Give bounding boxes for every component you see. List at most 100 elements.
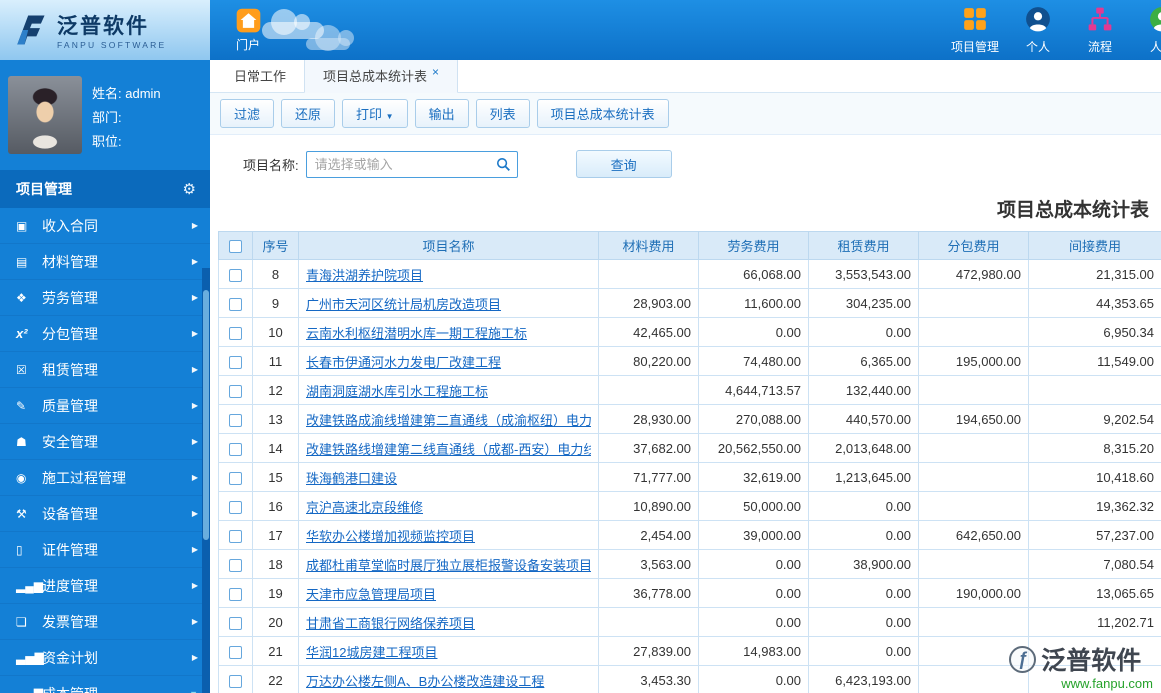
scrollbar-thumb[interactable]: [203, 290, 209, 540]
sidebar-section-project-management[interactable]: 项目管理 ⚙: [0, 170, 210, 208]
select-all-checkbox[interactable]: [229, 240, 242, 254]
row-checkbox[interactable]: [229, 413, 242, 427]
toolbar-button-4[interactable]: 列表: [475, 99, 530, 128]
column-header[interactable]: 劳务费用: [698, 231, 809, 260]
top-nav-person-green[interactable]: 人事: [1139, 6, 1161, 55]
project-link[interactable]: 青海洪湖养护院项目: [306, 265, 591, 284]
row-checkbox[interactable]: [229, 268, 242, 282]
toolbar-button-1[interactable]: 还原: [281, 99, 336, 128]
toolbar-button-3[interactable]: 输出: [414, 99, 469, 128]
row-seq: 20: [252, 607, 299, 637]
project-link[interactable]: 珠海鹤港口建设: [306, 468, 591, 487]
project-link[interactable]: 云南水利枢纽潜明水库一期工程施工标: [306, 323, 591, 342]
row-checkbox[interactable]: [229, 355, 242, 369]
project-link[interactable]: 改建铁路成渝线增建第二直通线（成渝枢纽）电力线: [306, 410, 591, 429]
row-checkbox[interactable]: [229, 442, 242, 456]
chevron-right-icon: ▶: [191, 257, 198, 266]
column-header[interactable]: 材料费用: [598, 231, 699, 260]
profile-dept: 部门:: [92, 110, 122, 125]
tab-1[interactable]: 项目总成本统计表 ×: [304, 60, 459, 93]
sidebar-item-label: 施工过程管理: [42, 469, 126, 486]
sidebar-item-11[interactable]: ❏ 发票管理 ▶: [0, 604, 210, 640]
project-link[interactable]: 天津市应急管理局项目: [306, 584, 591, 603]
top-nav-person[interactable]: 个人: [1015, 6, 1061, 55]
cart-icon: ▤: [16, 254, 28, 269]
sidebar-item-12[interactable]: ▃▅▇ 资金计划 ▶: [0, 640, 210, 676]
avatar[interactable]: [8, 76, 82, 154]
close-icon[interactable]: ×: [432, 65, 439, 79]
search-icon[interactable]: [496, 157, 511, 177]
column-header[interactable]: 间接费用: [1028, 231, 1161, 260]
header-checkbox-cell: [218, 231, 253, 260]
sidebar-item-5[interactable]: ✎ 质量管理 ▶: [0, 388, 210, 424]
row-checkbox[interactable]: [229, 558, 242, 572]
logo: 泛普软件 FANPU SOFTWARE: [0, 0, 210, 60]
tab-label: 日常工作: [234, 69, 287, 84]
row-checkbox[interactable]: [229, 645, 242, 659]
home-icon: [236, 8, 260, 33]
toolbar-button-5[interactable]: 项目总成本统计表: [536, 99, 669, 128]
sidebar-item-2[interactable]: ❖ 劳务管理 ▶: [0, 280, 210, 316]
row-checkbox[interactable]: [229, 326, 242, 340]
tab-bar: 日常工作 项目总成本统计表 ×: [210, 60, 1161, 93]
top-nav-grid[interactable]: 项目管理: [951, 6, 999, 55]
sidebar-item-4[interactable]: ☒ 租赁管理 ▶: [0, 352, 210, 388]
project-link[interactable]: 华润12城房建工程项目: [306, 642, 591, 661]
sidebar-item-1[interactable]: ▤ 材料管理 ▶: [0, 244, 210, 280]
query-button[interactable]: 查询: [575, 150, 672, 178]
sidebar-item-label: 材料管理: [42, 253, 98, 270]
column-header[interactable]: 租赁费用: [808, 231, 919, 260]
sidebar-item-9[interactable]: ▯ 证件管理 ▶: [0, 532, 210, 568]
row-seq: 13: [252, 404, 299, 434]
sidebar-item-10[interactable]: ▂▄▆ 进度管理 ▶: [0, 568, 210, 604]
hourglass-icon: ☒: [16, 362, 27, 377]
table-row: 19 天津市应急管理局项目 36,778.00 0.00 0.00 190,000.00 1…: [218, 578, 1161, 608]
project-name-input[interactable]: [305, 150, 518, 178]
row-checkbox[interactable]: [229, 471, 242, 485]
toolbar-button-0[interactable]: 过滤: [220, 99, 275, 128]
project-link[interactable]: 广州市天河区统计局机房改造项目: [306, 294, 591, 313]
row-checkbox[interactable]: [229, 297, 242, 311]
sidebar-scrollbar[interactable]: [202, 268, 210, 693]
column-header[interactable]: 项目名称: [298, 231, 599, 260]
sidebar-item-13[interactable]: ▁▄▇成本管理▼: [0, 676, 210, 693]
sidebar-item-7[interactable]: ◉ 施工过程管理 ▶: [0, 460, 210, 496]
project-link[interactable]: 长春市伊通河水力发电厂改建工程: [306, 352, 591, 371]
sidebar-item-8[interactable]: ⚒ 设备管理 ▶: [0, 496, 210, 532]
project-link[interactable]: 湖南洞庭湖水库引水工程施工标: [306, 381, 591, 400]
row-checkbox[interactable]: [229, 384, 242, 398]
portal-label: 门户: [235, 38, 260, 52]
row-checkbox[interactable]: [229, 587, 242, 601]
row-checkbox[interactable]: [229, 616, 242, 630]
project-link[interactable]: 京沪高速北京段维修: [306, 497, 591, 516]
card-icon: ▯: [16, 542, 23, 557]
project-link[interactable]: 成都杜甫草堂临时展厅独立展柜报警设备安装项目: [306, 555, 591, 574]
profile-position: 职位:: [92, 134, 122, 149]
project-link[interactable]: 万达办公楼左侧A、B办公楼改造建设工程: [306, 671, 591, 690]
cost-cell: 50,000.00: [698, 491, 809, 521]
sidebar-item-6[interactable]: ☗ 安全管理 ▶: [0, 424, 210, 460]
cost-cell: 1,213,645.00: [808, 462, 919, 492]
user-profile: 姓名: admin 部门: 职位:: [0, 60, 210, 170]
cost-cell: [918, 607, 1029, 637]
toolbar-button-2[interactable]: 打印 ▼: [342, 99, 408, 128]
project-link[interactable]: 华软办公楼增加视频监控项目: [306, 526, 591, 545]
top-nav-flow[interactable]: 流程: [1077, 6, 1123, 55]
sidebar-item-3[interactable]: x² 分包管理 ▶: [0, 316, 210, 352]
row-checkbox[interactable]: [229, 674, 242, 688]
cost-cell: 66,068.00: [698, 259, 809, 289]
sidebar-item-0[interactable]: ▣ 收入合同 ▶: [0, 208, 210, 244]
cost-cell: 9,202.54: [1028, 404, 1161, 434]
edit-icon: ✎: [16, 398, 27, 413]
row-checkbox[interactable]: [229, 500, 242, 514]
column-header[interactable]: 分包费用: [918, 231, 1029, 260]
gear-icon[interactable]: ⚙: [183, 180, 196, 198]
project-link[interactable]: 甘肃省工商银行网络保养项目: [306, 613, 591, 632]
column-header[interactable]: 序号: [252, 231, 299, 260]
project-link[interactable]: 改建铁路线增建第二线直通线（成都-西安）电力线: [306, 439, 591, 458]
cost-cell: 2,454.00: [598, 520, 699, 550]
tab-0[interactable]: 日常工作: [216, 60, 304, 92]
chevron-right-icon: ▶: [191, 365, 198, 374]
row-checkbox[interactable]: [229, 529, 242, 543]
tab-label: 项目总成本统计表: [323, 69, 428, 84]
